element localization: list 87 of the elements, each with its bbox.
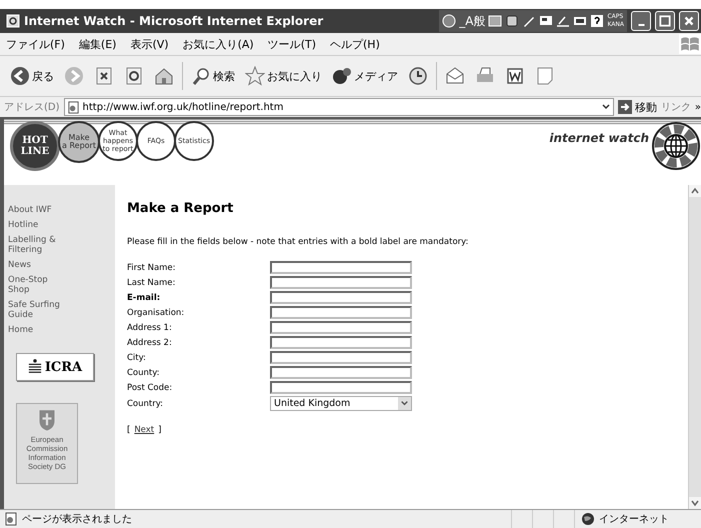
back-button[interactable]: 戻る: [8, 64, 56, 88]
pen-icon[interactable]: [522, 14, 536, 28]
sidebar-link[interactable]: One-Stop Shop: [8, 275, 66, 295]
icra-badge[interactable]: ICRA: [16, 353, 94, 381]
minimize-icon: [638, 24, 644, 26]
sidebar-link[interactable]: About IWF: [8, 205, 66, 215]
menu-item[interactable]: ツール(T): [268, 36, 316, 52]
page-icon: [4, 512, 18, 526]
more-links-button[interactable]: »: [694, 102, 701, 112]
zone-text: インターネット: [599, 513, 669, 526]
ime-icon[interactable]: [442, 14, 456, 28]
minimize-button[interactable]: [631, 11, 651, 31]
site-logo-text: internet watch: [549, 131, 649, 145]
text-input-field[interactable]: [270, 306, 412, 319]
menu-item[interactable]: お気に入り(A): [182, 36, 254, 52]
text-input-field[interactable]: [270, 291, 412, 304]
input-mode-label[interactable]: _A般: [459, 12, 486, 30]
menu-item[interactable]: ファイル(F): [6, 36, 65, 52]
menu-item[interactable]: 編集(E): [78, 36, 116, 52]
field-label: Organisation:: [127, 308, 186, 318]
nav-button[interactable]: Make a Report: [58, 121, 100, 163]
field-label: First Name:: [127, 262, 177, 272]
house-icon: [154, 66, 174, 86]
status-text: ページが表示されました: [22, 512, 132, 526]
media-icon: [332, 66, 352, 86]
close-icon: [682, 14, 696, 28]
search-button[interactable]: 検索: [189, 64, 237, 88]
address-label: アドレス(D): [4, 101, 60, 114]
handwriting-icon[interactable]: [556, 14, 570, 28]
word-icon: [505, 66, 525, 86]
field-label: Last Name:: [127, 278, 176, 288]
stop-icon: [94, 66, 114, 86]
star-icon: [245, 66, 265, 86]
icra-logo-icon: [28, 359, 42, 375]
field-label: Address 1:: [127, 322, 173, 332]
links-label[interactable]: リンク: [660, 100, 691, 114]
country-select[interactable]: United Kingdom: [270, 396, 412, 411]
maximize-icon: [658, 14, 672, 28]
envelope-icon: [445, 66, 465, 86]
text-input-field[interactable]: [270, 261, 412, 274]
refresh-icon: [124, 66, 144, 86]
menu-item[interactable]: 表示(V): [130, 36, 169, 52]
hotline-badge[interactable]: HOT LINE: [10, 121, 60, 171]
note-icon: [535, 66, 555, 86]
browser-icon: [6, 14, 20, 28]
sidebar-link[interactable]: Safe Surfing Guide: [8, 300, 66, 320]
sidebar-link[interactable]: Labelling & Filtering: [8, 235, 66, 255]
media-button[interactable]: メディア: [330, 64, 400, 88]
text-input-field[interactable]: [270, 276, 412, 289]
field-label: County:: [127, 368, 161, 378]
help-icon[interactable]: [590, 14, 604, 28]
text-input-field[interactable]: [270, 351, 412, 364]
address-field[interactable]: http://www.iwf.org.uk/hotline/report.htm: [64, 98, 614, 116]
maximize-button[interactable]: [655, 11, 675, 31]
sidebar-link[interactable]: News: [8, 260, 66, 270]
text-input-field[interactable]: [270, 321, 412, 334]
field-label: Post Code:: [127, 382, 174, 392]
dropdown-icon[interactable]: [600, 102, 611, 112]
close-button[interactable]: [679, 11, 699, 31]
go-button[interactable]: 移動: [618, 100, 657, 114]
search-icon: [191, 66, 211, 86]
instructions-text: Please fill in the fields below - note that entries with a bold label are mandatory:: [127, 237, 470, 247]
clock-icon: [408, 66, 428, 86]
vertical-scrollbar[interactable]: [688, 185, 701, 509]
scroll-down-icon[interactable]: [689, 497, 701, 509]
menu-item[interactable]: ヘルプ(H): [330, 36, 380, 52]
shield-icon: [38, 408, 56, 432]
sidebar-link[interactable]: Hotline: [8, 220, 66, 230]
text-input-field[interactable]: [270, 366, 412, 379]
windows-logo-icon: [679, 34, 701, 54]
bracket-text: [: [127, 425, 130, 435]
favorites-button[interactable]: お気に入り: [243, 64, 324, 88]
arrow-icon: [618, 100, 632, 114]
keyboard-icon[interactable]: [573, 14, 588, 28]
page-heading: Make a Report: [127, 201, 234, 216]
field-label: Country:: [127, 398, 164, 408]
field-label: E-mail:: [127, 292, 162, 302]
text-input-field[interactable]: [270, 381, 412, 394]
sidebar-link[interactable]: Home: [8, 325, 66, 335]
page-icon: [66, 100, 80, 114]
window-title: Internet Watch - Microsoft Internet Explorer: [24, 14, 324, 28]
bracket-text: ]: [158, 425, 162, 435]
scroll-up-icon[interactable]: [689, 185, 701, 197]
text-input-field[interactable]: [270, 336, 412, 349]
field-label: City:: [127, 352, 147, 362]
field-label: Address 2:: [127, 338, 173, 348]
next-link[interactable]: Next: [134, 425, 154, 435]
